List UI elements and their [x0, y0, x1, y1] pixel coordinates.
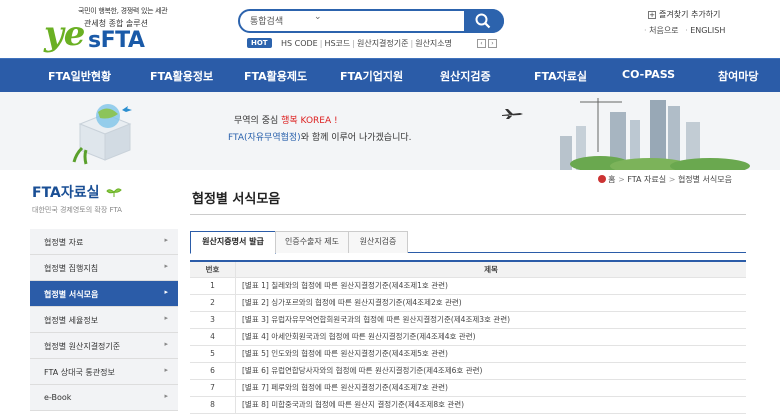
- row-title-link[interactable]: [별표 8] 미합중국과의 협정에 따른 원산지 결정기준(제4조제8호 관련): [242, 397, 464, 413]
- gnb-item-fta-usage-info[interactable]: FTA활용정보: [150, 68, 213, 84]
- title-divider: [190, 214, 746, 215]
- logo-sfta: sFTA: [88, 28, 145, 53]
- sidebar-menu: 협정별 자료 ▸ 협정별 집행지침 ▸ 협정별 서식모음 ▸ 협정별 세율정보 ▸ 협정…: [30, 229, 178, 411]
- search-box: 통합검색 ⌄: [238, 9, 504, 33]
- row-number: 8: [190, 397, 236, 413]
- table-row: 3 [별표 3] 유럽자유무역연합회원국과의 협정에 따른 원산지결정기준(제4조…: [190, 312, 746, 329]
- sidebar-item-customs-info[interactable]: FTA 상대국 통관정보 ▸: [30, 359, 178, 385]
- row-number: 7: [190, 380, 236, 396]
- breadcrumb-library[interactable]: FTA 자료실: [627, 175, 666, 184]
- sidebar-item-forms-collection[interactable]: 협정별 서식모음 ▸: [30, 281, 178, 307]
- main-content: 홈 > FTA 자료실 > 협정별 서식모음 협정별 서식모음 원산지증명서 발…: [190, 170, 746, 414]
- row-title-link[interactable]: [별표 6] 유럽연합당사자와의 협정에 따른 원산지결정기준(제4조제6호 관…: [242, 363, 482, 379]
- hot-link[interactable]: HS CODE: [281, 39, 318, 48]
- row-title-link[interactable]: [별표 5] 인도와의 협정에 따른 원산지결정기준(제4조제5호 관련): [242, 346, 448, 362]
- forms-table: 번호 제목 1 [별표 1] 칠레와의 협정에 따른 원산지결정기준(제4조제1호…: [190, 260, 746, 414]
- home-icon: [597, 175, 606, 183]
- search-icon: [475, 13, 491, 29]
- tab-certificate-issuance[interactable]: 원산지증명서 발급: [190, 231, 276, 254]
- search-scope-select[interactable]: 통합검색: [250, 14, 283, 27]
- header: 국민이 행복한, 경쟁력 있는 세관 관세청 종합 솔루션 ye sFTA 통합…: [0, 0, 780, 58]
- yesfta-logo[interactable]: 국민이 행복한, 경쟁력 있는 세관 관세청 종합 솔루션 ye sFTA: [44, 6, 168, 54]
- row-number: 5: [190, 346, 236, 362]
- sidebar-item-origin-criteria[interactable]: 협정별 원산지결정기준 ▸: [30, 333, 178, 359]
- table-row: 4 [별표 4] 아세안회원국과의 협정에 따른 원산지결정기준(제4조제4호 관…: [190, 329, 746, 346]
- row-number: 3: [190, 312, 236, 328]
- table-row: 7 [별표 7] 페루와의 협정에 따른 원산지결정기준(제4조제7호 관련): [190, 380, 746, 397]
- arrow-right-icon: ▸: [164, 262, 168, 270]
- sidebar-item-tariff-rates[interactable]: 협정별 세율정보 ▸: [30, 307, 178, 333]
- row-title-link[interactable]: [별표 4] 아세안회원국과의 협정에 따른 원산지결정기준(제4조제4호 관련…: [242, 329, 476, 345]
- airplane-icon: [502, 109, 523, 119]
- row-title-link[interactable]: [별표 1] 칠레와의 협정에 따른 원산지결정기준(제4조제1호 관련): [242, 278, 448, 294]
- sidebar-item-ebook[interactable]: e-Book ▸: [30, 385, 178, 411]
- logo-tagline: 국민이 행복한, 경쟁력 있는 세관: [78, 7, 168, 15]
- table-row: 6 [별표 6] 유럽연합당사자와의 협정에 따른 원산지결정기준(제4조제6호 …: [190, 363, 746, 380]
- gnb-item-fta-business-support[interactable]: FTA기업지원: [340, 68, 403, 84]
- tab-bar: 원산지증명서 발급 인증수출자 제도 원산지검증: [190, 231, 746, 254]
- table-row: 2 [별표 2] 싱가포르와의 협정에 따른 원산지결정기준(제4조제2호 관련): [190, 295, 746, 312]
- sprout-icon: [106, 188, 123, 197]
- english-link[interactable]: ENGLISH: [690, 26, 725, 35]
- gnb-item-origin-verification[interactable]: 원산지검증: [440, 68, 491, 84]
- sidebar-subtitle: 대한민국 경제영토의 확장 FTA: [32, 206, 122, 214]
- arrow-right-icon: ▸: [164, 340, 168, 348]
- row-number: 1: [190, 278, 236, 294]
- page-title: 협정별 서식모음: [192, 192, 281, 207]
- globe-box-illustration: [72, 104, 132, 165]
- sidebar-item-agreement-materials[interactable]: 협정별 자료 ▸: [30, 229, 178, 255]
- home-link[interactable]: 처음으로: [649, 26, 678, 35]
- city-skyline-illustration: [560, 98, 750, 170]
- column-header-title: 제목: [484, 265, 498, 274]
- row-title-link[interactable]: [별표 2] 싱가포르와의 협정에 따른 원산지결정기준(제4조제2호 관련): [242, 295, 462, 311]
- tab-approved-exporter[interactable]: 인증수출자 제도: [275, 231, 349, 253]
- tab-origin-verification[interactable]: 원산지검증: [348, 231, 408, 253]
- arrow-right-icon: ▸: [164, 314, 168, 322]
- table-row: 5 [별표 5] 인도와의 협정에 따른 원산지결정기준(제4조제5호 관련): [190, 346, 746, 363]
- hot-badge: HOT: [247, 38, 272, 48]
- breadcrumb: 홈 > FTA 자료실 > 협정별 서식모음: [597, 174, 732, 185]
- row-number: 6: [190, 363, 236, 379]
- favorites-link[interactable]: + 즐겨찾기 추가하기: [648, 9, 720, 20]
- hot-keyword-links: HS CODE | HS코드 | 원산지결정기준 | 원산지소명: [281, 39, 453, 48]
- arrow-right-icon: ▸: [164, 366, 168, 374]
- plus-icon: +: [648, 11, 656, 19]
- row-title-link[interactable]: [별표 7] 페루와의 협정에 따른 원산지결정기준(제4조제7호 관련): [242, 380, 448, 396]
- search-button[interactable]: [464, 9, 504, 33]
- hot-link[interactable]: 원산지결정기준: [357, 39, 409, 48]
- gnb-item-participation[interactable]: 참여마당: [718, 68, 758, 84]
- breadcrumb-current: 협정별 서식모음: [677, 175, 732, 184]
- row-number: 2: [190, 295, 236, 311]
- arrow-right-icon: ▸: [164, 236, 168, 244]
- banner-line-2: FTA(자유무역협정)와 함께 이루어 나가겠습니다.: [228, 133, 412, 143]
- hot-link[interactable]: 원산지소명: [415, 39, 452, 48]
- sidebar-title: FTA자료실: [32, 182, 123, 202]
- main-navigation: FTA일반현황 FTA활용정보 FTA활용제도 FTA기업지원 원산지검증 FT…: [0, 58, 780, 92]
- gnb-item-fta-library[interactable]: FTA자료실: [534, 68, 587, 84]
- chevron-down-icon[interactable]: ⌄: [314, 12, 322, 22]
- breadcrumb-home[interactable]: 홈: [608, 175, 615, 184]
- table-row: 1 [별표 1] 칠레와의 협정에 따른 원산지결정기준(제4조제1호 관련): [190, 278, 746, 295]
- banner: 무역의 중심 행복 KOREA ! FTA(자유무역협정)와 함께 이루어 나가…: [0, 92, 780, 170]
- arrow-right-icon: ▸: [164, 392, 168, 400]
- sidebar-item-enforcement-guidelines[interactable]: 협정별 집행지침 ▸: [30, 255, 178, 281]
- logo-ye: ye: [44, 14, 86, 54]
- gnb-item-co-pass[interactable]: CO-PASS: [622, 68, 675, 81]
- table-row: 8 [별표 8] 미합중국과의 협정에 따른 원산지 결정기준(제4조제8호 관련…: [190, 397, 746, 414]
- sidebar: FTA자료실 대한민국 경제영토의 확장 FTA 협정별 자료 ▸ 협정별 집행지…: [30, 170, 178, 414]
- gnb-item-fta-usage-system[interactable]: FTA활용제도: [244, 68, 307, 84]
- arrow-right-icon: ▸: [164, 288, 168, 296]
- table-header-row: 번호 제목: [190, 262, 746, 278]
- hot-prev-button[interactable]: ‹: [477, 39, 486, 48]
- hot-next-button[interactable]: ›: [488, 39, 497, 48]
- row-number: 4: [190, 329, 236, 345]
- row-title-link[interactable]: [별표 3] 유럽자유무역연합회원국과의 협정에 따른 원산지결정기준(제4조제…: [242, 312, 510, 328]
- hot-link[interactable]: HS코드: [324, 39, 350, 48]
- utility-links: · 처음으로 · ENGLISH: [644, 26, 726, 35]
- gnb-item-fta-general[interactable]: FTA일반현황: [48, 68, 111, 84]
- banner-line-1: 무역의 중심 행복 KOREA !: [234, 116, 338, 126]
